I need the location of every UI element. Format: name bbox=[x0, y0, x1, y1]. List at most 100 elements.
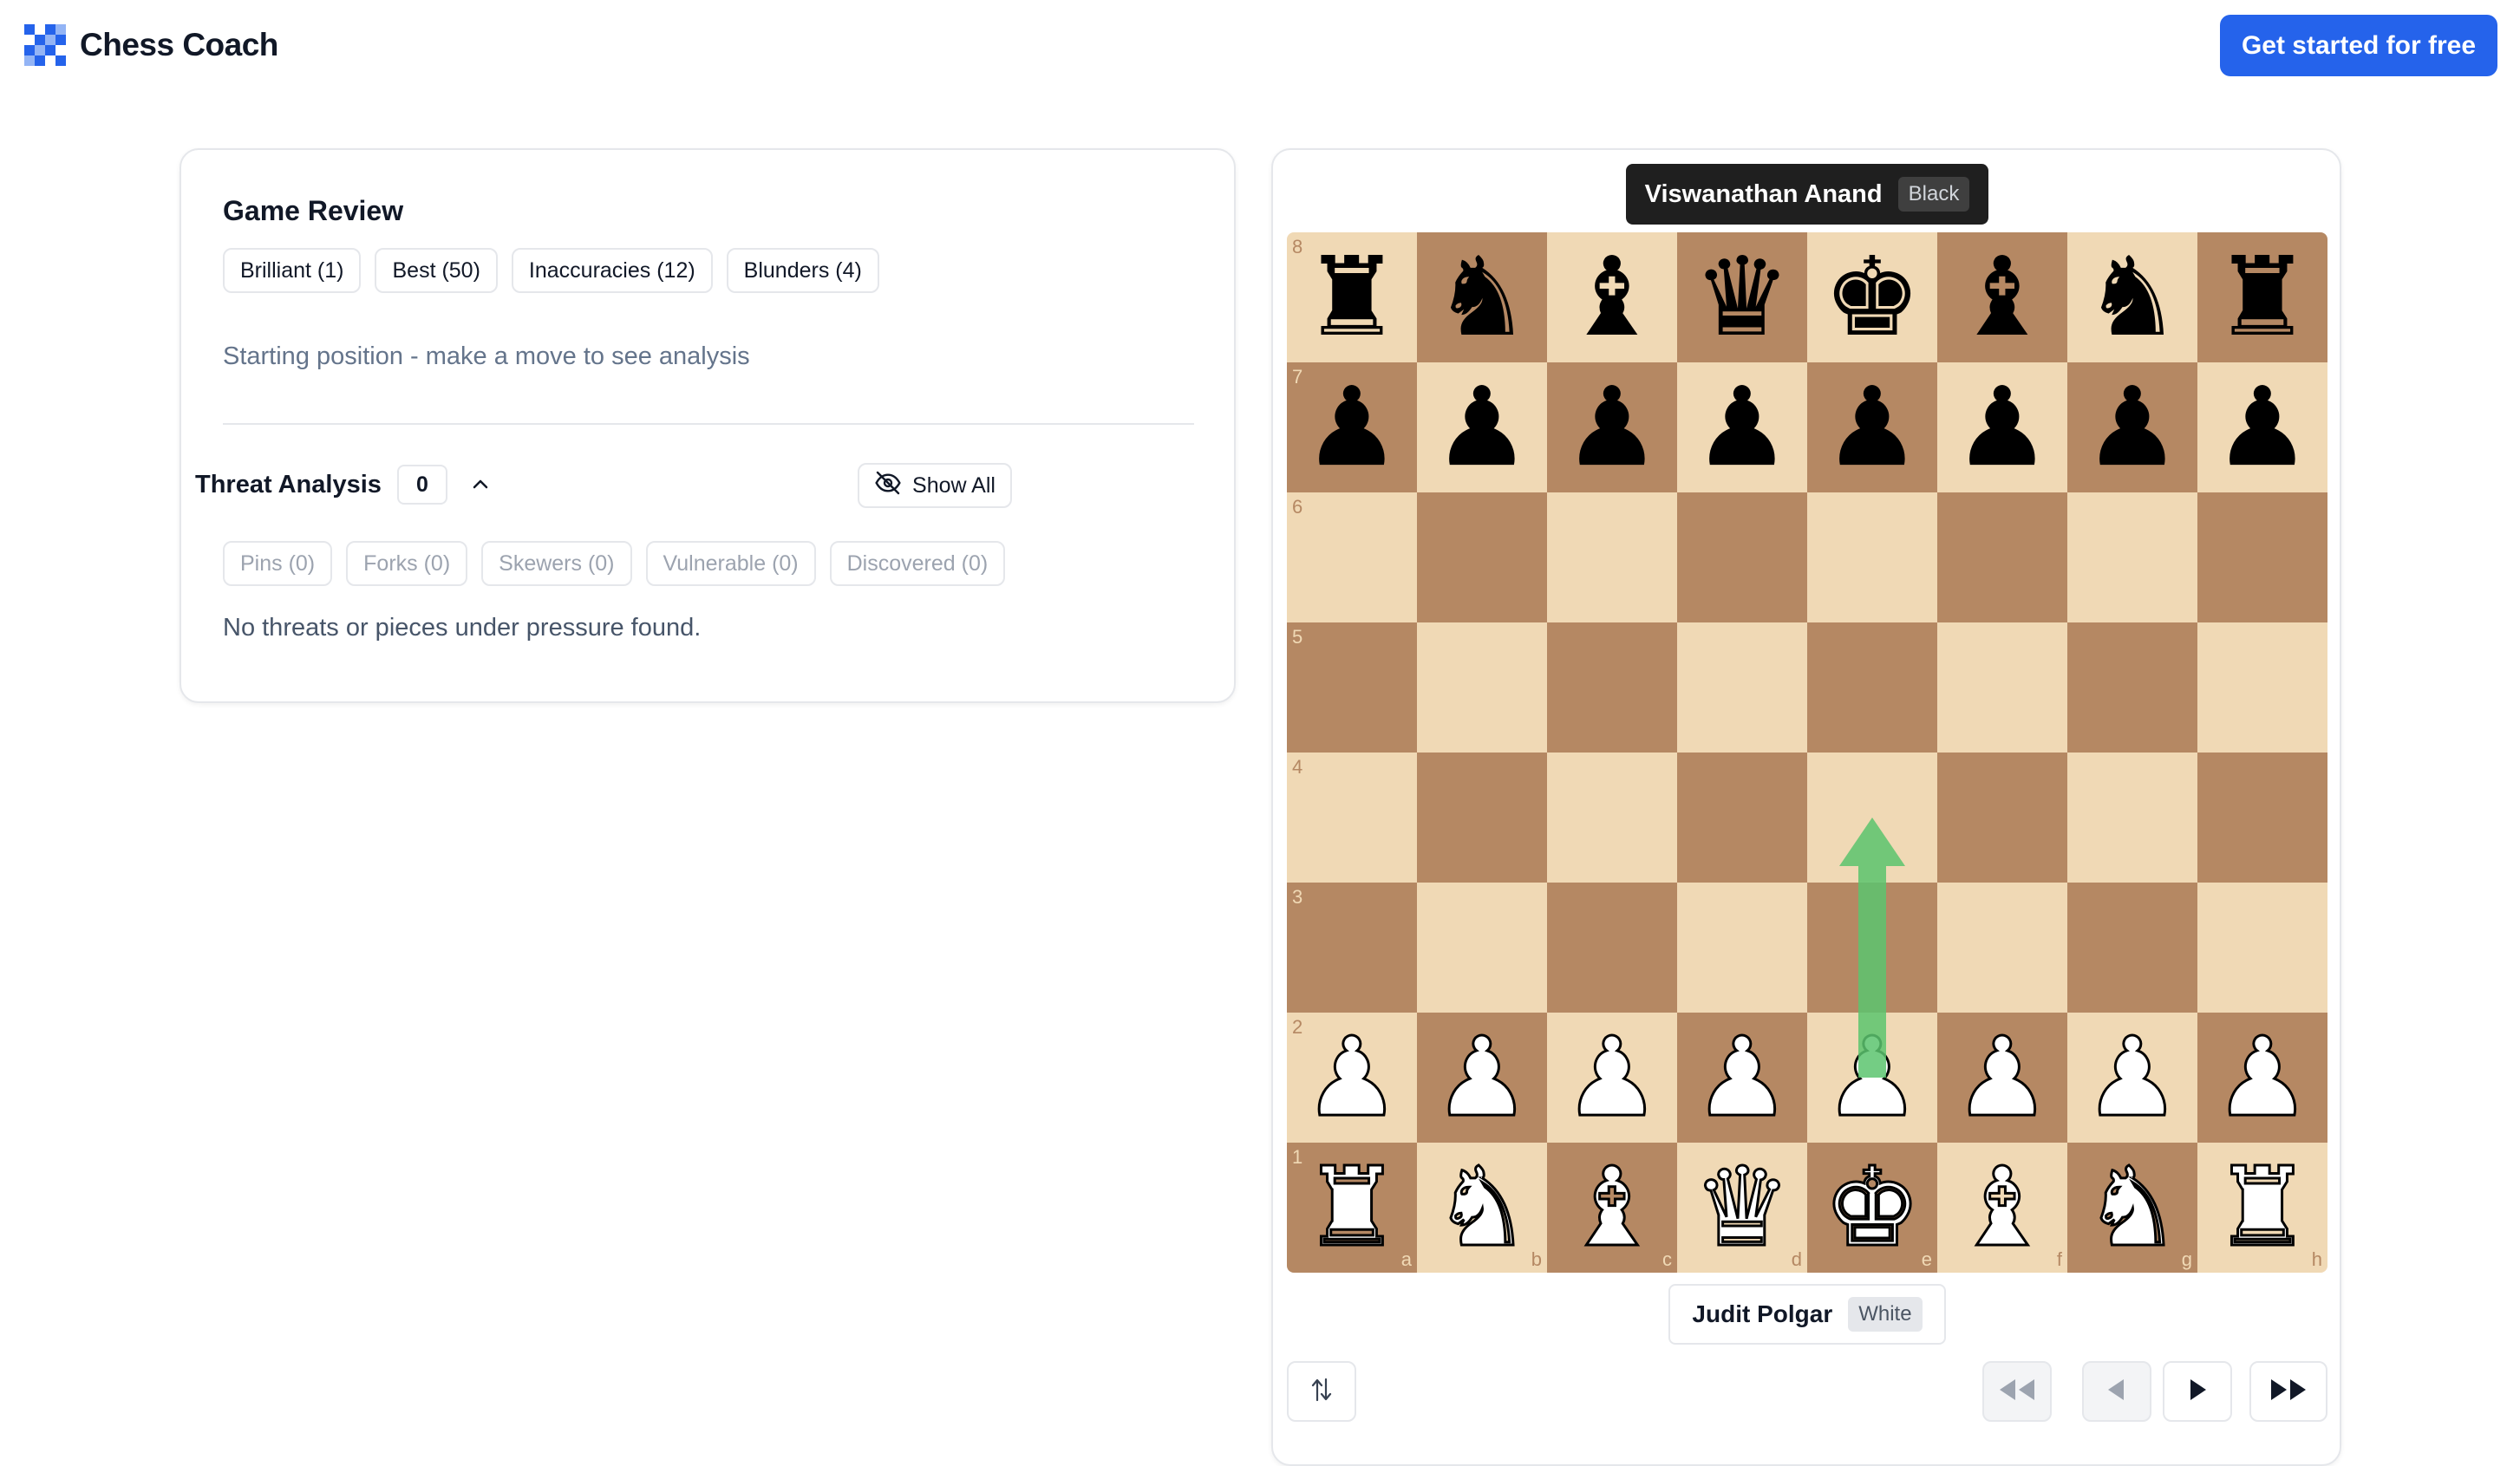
square-f3[interactable] bbox=[1937, 883, 2067, 1013]
square-b6[interactable] bbox=[1417, 492, 1547, 622]
white-knight-icon[interactable]: ♞ bbox=[2082, 1151, 2183, 1263]
square-h3[interactable] bbox=[2197, 883, 2327, 1013]
black-knight-icon[interactable]: ♞ bbox=[2084, 243, 2182, 352]
white-queen-icon[interactable]: ♛ bbox=[1692, 1151, 1792, 1263]
square-c7[interactable]: ♟ bbox=[1547, 362, 1677, 492]
square-f7[interactable]: ♟ bbox=[1937, 362, 2067, 492]
square-g4[interactable] bbox=[2067, 753, 2197, 883]
square-c8[interactable]: ♝ bbox=[1547, 232, 1677, 362]
square-e3[interactable] bbox=[1807, 883, 1937, 1013]
previous-move-button[interactable] bbox=[2082, 1361, 2151, 1422]
square-e1[interactable]: e ♚ bbox=[1807, 1143, 1937, 1273]
square-b5[interactable] bbox=[1417, 622, 1547, 753]
white-pawn-icon[interactable]: ♟ bbox=[2212, 1021, 2313, 1133]
black-pawn-icon[interactable]: ♟ bbox=[1433, 373, 1531, 482]
square-e4[interactable] bbox=[1807, 753, 1937, 883]
square-e8[interactable]: ♚ bbox=[1807, 232, 1937, 362]
black-bishop-icon[interactable]: ♝ bbox=[1954, 243, 2052, 352]
square-c1[interactable]: c ♝ bbox=[1547, 1143, 1677, 1273]
square-b7[interactable]: ♟ bbox=[1417, 362, 1547, 492]
square-a7[interactable]: 7 ♟ bbox=[1287, 362, 1417, 492]
square-d5[interactable] bbox=[1677, 622, 1807, 753]
chip-vulnerable[interactable]: Vulnerable (0) bbox=[645, 541, 816, 586]
white-pawn-icon[interactable]: ♟ bbox=[1302, 1021, 1402, 1133]
black-king-icon[interactable]: ♚ bbox=[1824, 243, 1922, 352]
white-pawn-icon[interactable]: ♟ bbox=[1692, 1021, 1792, 1133]
square-f6[interactable] bbox=[1937, 492, 2067, 622]
square-e2[interactable]: ♟ bbox=[1807, 1013, 1937, 1143]
black-pawn-icon[interactable]: ♟ bbox=[2084, 373, 2182, 482]
square-a6[interactable]: 6 bbox=[1287, 492, 1417, 622]
chip-pins[interactable]: Pins (0) bbox=[223, 541, 333, 586]
square-d2[interactable]: ♟ bbox=[1677, 1013, 1807, 1143]
black-pawn-icon[interactable]: ♟ bbox=[1824, 373, 1922, 482]
square-b1[interactable]: b ♞ bbox=[1417, 1143, 1547, 1273]
white-pawn-icon[interactable]: ♟ bbox=[1952, 1021, 2053, 1133]
square-f8[interactable]: ♝ bbox=[1937, 232, 2067, 362]
square-b3[interactable] bbox=[1417, 883, 1547, 1013]
chip-brilliant[interactable]: Brilliant (1) bbox=[223, 248, 362, 293]
square-h4[interactable] bbox=[2197, 753, 2327, 883]
white-pawn-icon[interactable]: ♟ bbox=[1562, 1021, 1662, 1133]
square-h1[interactable]: h ♜ bbox=[2197, 1143, 2327, 1273]
square-a3[interactable]: 3 bbox=[1287, 883, 1417, 1013]
square-e5[interactable] bbox=[1807, 622, 1937, 753]
black-pawn-icon[interactable]: ♟ bbox=[1303, 373, 1401, 482]
show-all-button[interactable]: Show All bbox=[858, 463, 1012, 508]
flip-board-button[interactable] bbox=[1287, 1361, 1356, 1422]
last-move-button[interactable] bbox=[2249, 1361, 2327, 1422]
square-g2[interactable]: ♟ bbox=[2067, 1013, 2197, 1143]
square-h6[interactable] bbox=[2197, 492, 2327, 622]
square-a2[interactable]: 2 ♟ bbox=[1287, 1013, 1417, 1143]
square-c2[interactable]: ♟ bbox=[1547, 1013, 1677, 1143]
square-d1[interactable]: d ♛ bbox=[1677, 1143, 1807, 1273]
chess-board[interactable]: 8 ♜ ♞ ♝ ♛ ♚ ♝ ♞ ♜ 7 ♟ ♟ ♟ ♟ ♟ ♟ ♟ ♟ 6 5 4 3 2 ♟ ♟ ♟ ♟ ♟ ♟ ♟ ♟ 1 a ♜ b ♞ c ♝ d ♛… bbox=[1287, 232, 2327, 1273]
chip-forks[interactable]: Forks (0) bbox=[346, 541, 468, 586]
chip-inaccuracies[interactable]: Inaccuracies (12) bbox=[511, 248, 713, 293]
square-f2[interactable]: ♟ bbox=[1937, 1013, 2067, 1143]
chip-blunders[interactable]: Blunders (4) bbox=[726, 248, 879, 293]
square-d3[interactable] bbox=[1677, 883, 1807, 1013]
first-move-button[interactable] bbox=[1982, 1361, 2052, 1422]
white-bishop-icon[interactable]: ♝ bbox=[1562, 1151, 1662, 1263]
square-h5[interactable] bbox=[2197, 622, 2327, 753]
square-d4[interactable] bbox=[1677, 753, 1807, 883]
square-g6[interactable] bbox=[2067, 492, 2197, 622]
black-knight-icon[interactable]: ♞ bbox=[1433, 243, 1531, 352]
square-h2[interactable]: ♟ bbox=[2197, 1013, 2327, 1143]
chevron-up-icon[interactable] bbox=[463, 467, 498, 502]
square-g7[interactable]: ♟ bbox=[2067, 362, 2197, 492]
square-g8[interactable]: ♞ bbox=[2067, 232, 2197, 362]
brand-logo[interactable]: Chess Coach bbox=[24, 24, 278, 66]
square-b4[interactable] bbox=[1417, 753, 1547, 883]
square-f1[interactable]: f ♝ bbox=[1937, 1143, 2067, 1273]
chip-discovered[interactable]: Discovered (0) bbox=[829, 541, 1006, 586]
square-b2[interactable]: ♟ bbox=[1417, 1013, 1547, 1143]
square-f4[interactable] bbox=[1937, 753, 2067, 883]
square-a8[interactable]: 8 ♜ bbox=[1287, 232, 1417, 362]
square-e7[interactable]: ♟ bbox=[1807, 362, 1937, 492]
square-a5[interactable]: 5 bbox=[1287, 622, 1417, 753]
white-pawn-icon[interactable]: ♟ bbox=[1822, 1021, 1923, 1133]
white-king-icon[interactable]: ♚ bbox=[1822, 1151, 1923, 1263]
square-g1[interactable]: g ♞ bbox=[2067, 1143, 2197, 1273]
square-a1[interactable]: 1 a ♜ bbox=[1287, 1143, 1417, 1273]
square-h8[interactable]: ♜ bbox=[2197, 232, 2327, 362]
square-c6[interactable] bbox=[1547, 492, 1677, 622]
white-pawn-icon[interactable]: ♟ bbox=[2082, 1021, 2183, 1133]
square-g3[interactable] bbox=[2067, 883, 2197, 1013]
square-h7[interactable]: ♟ bbox=[2197, 362, 2327, 492]
white-rook-icon[interactable]: ♜ bbox=[1302, 1151, 1402, 1263]
square-d8[interactable]: ♛ bbox=[1677, 232, 1807, 362]
black-pawn-icon[interactable]: ♟ bbox=[1564, 373, 1662, 482]
square-a4[interactable]: 4 bbox=[1287, 753, 1417, 883]
square-c3[interactable] bbox=[1547, 883, 1677, 1013]
black-rook-icon[interactable]: ♜ bbox=[1303, 243, 1401, 352]
black-bishop-icon[interactable]: ♝ bbox=[1564, 243, 1662, 352]
black-queen-icon[interactable]: ♛ bbox=[1694, 243, 1792, 352]
white-rook-icon[interactable]: ♜ bbox=[2212, 1151, 2313, 1263]
white-knight-icon[interactable]: ♞ bbox=[1432, 1151, 1532, 1263]
square-b8[interactable]: ♞ bbox=[1417, 232, 1547, 362]
chip-best[interactable]: Best (50) bbox=[375, 248, 498, 293]
square-c5[interactable] bbox=[1547, 622, 1677, 753]
